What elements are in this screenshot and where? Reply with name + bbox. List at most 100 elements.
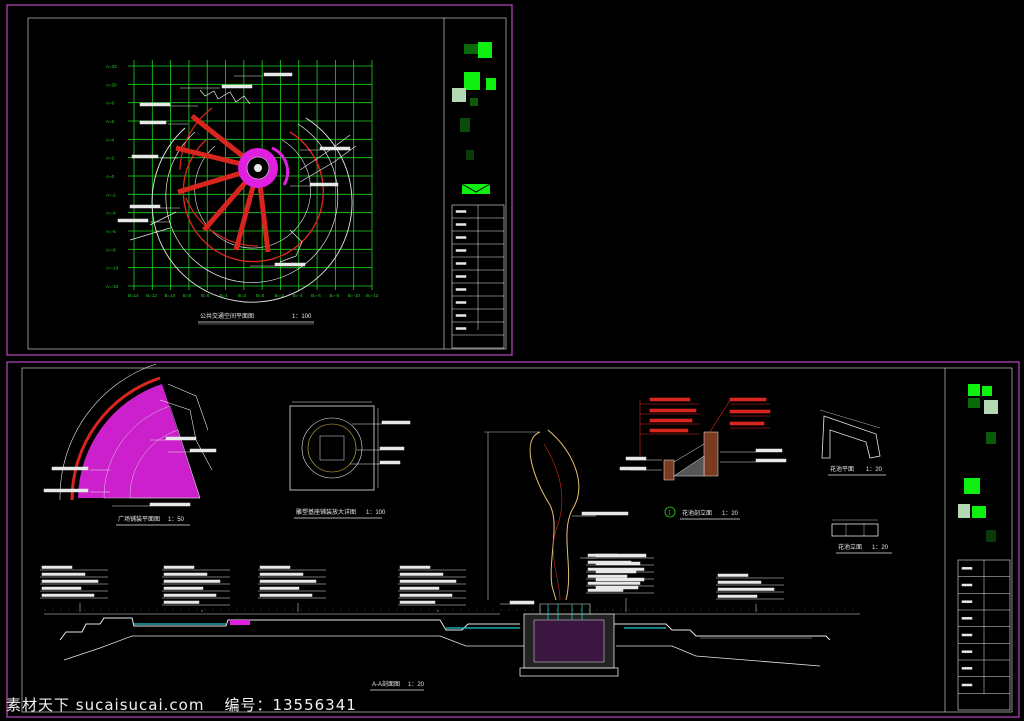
sector-scale: 1：50 xyxy=(168,517,185,523)
grid-row-label: A=4 xyxy=(106,137,115,142)
title-block-label xyxy=(455,223,467,226)
grid-col-label: B=12 xyxy=(146,293,157,298)
note-text-line xyxy=(587,560,632,564)
bottom-title-block xyxy=(944,368,1011,712)
note-text-line xyxy=(399,600,436,604)
note-text-line xyxy=(41,586,82,590)
callout-marker: 1 xyxy=(668,511,672,517)
detail-title: 雕塑基座铺装放大详图 xyxy=(296,508,356,516)
planter-elev-scale: 1：20 xyxy=(872,545,889,551)
planter-section: 1 花池剖立面 1：20 xyxy=(619,397,787,520)
planter-section-title: 花池剖立面 xyxy=(682,509,712,517)
plan-title: 公共交通空间平面图 xyxy=(200,312,254,320)
note-text-line xyxy=(163,593,217,597)
top-sheet: A=33 A=30 A=6 A=6 A=4 A=2 A=0 A=-2 A=-4 A=-6 A=-8 A… xyxy=(6,4,513,356)
title-block-label xyxy=(961,683,973,687)
grid-row-labels: A=33 A=30 A=6 A=6 A=4 A=2 A=0 A=-2 A=-4 A=-6 A=-8 A… xyxy=(106,64,119,289)
aa-section: A-A剖面图 1：20 xyxy=(44,603,860,691)
note-text-line xyxy=(259,593,313,597)
watermark-id: 编号：13556341 xyxy=(224,696,357,714)
grid-col-label: B=0 xyxy=(256,293,265,298)
section-scale: 1：20 xyxy=(408,682,425,688)
section-title: A-A剖面图 xyxy=(372,680,400,688)
planter-plan-scale: 1：20 xyxy=(866,467,883,473)
sector-paving-plan: 广场铺装平面图 1：50 xyxy=(43,363,217,526)
note-text-line xyxy=(587,567,645,571)
note-text-line xyxy=(259,565,291,569)
note-text-line xyxy=(717,587,775,591)
note-text-line xyxy=(717,580,762,584)
grid-col-label: B=10 xyxy=(165,293,176,298)
note-text-line xyxy=(717,594,758,598)
note-text-line xyxy=(41,593,95,597)
title-block-label xyxy=(961,600,973,603)
note-text-line xyxy=(259,579,317,583)
note-text-line xyxy=(163,586,204,590)
note-text-line xyxy=(163,579,221,583)
note-text-line xyxy=(41,579,99,583)
note-text-line xyxy=(587,581,641,585)
grid-row-label: A=-6 xyxy=(106,229,116,234)
detail-scale: 1：100 xyxy=(366,510,386,516)
watermark-site: 素材天下 sucaisucai.com xyxy=(6,696,205,714)
title-block-label xyxy=(961,650,973,653)
note-text-line xyxy=(399,572,444,576)
grid-col-label: B=6 xyxy=(201,293,210,298)
grid-col-label: B=-13 xyxy=(366,293,379,298)
plan-scale: 1：100 xyxy=(292,314,312,320)
plan-annotations xyxy=(117,72,351,267)
planter-plan-title: 花池平面 xyxy=(830,465,854,473)
grid-row-label: A=-33 xyxy=(106,284,119,289)
section-notes xyxy=(40,553,784,612)
plan-title-group: 公共交通空间平面图 1：100 xyxy=(198,312,314,325)
grid-row-label: A=-8 xyxy=(106,247,116,252)
title-block-label xyxy=(455,288,467,291)
grid-row-label: A=-4 xyxy=(106,211,116,216)
title-block-label xyxy=(455,314,467,317)
title-block-label xyxy=(455,262,467,265)
title-block-label xyxy=(961,633,973,637)
title-block-label xyxy=(455,210,467,213)
planter-elev-title: 花池立面 xyxy=(838,543,862,551)
bottom-sheet: 广场铺装平面图 1：50 雕塑基座铺装放大详图 1：100 1 花池剖立面 1：… xyxy=(6,361,1020,718)
note-text-line xyxy=(41,565,73,569)
grid-col-label: B=-8 xyxy=(329,293,339,298)
grid-row-label: A=6 xyxy=(106,101,115,106)
planter-elevation: 花池立面 1：20 xyxy=(831,519,892,554)
grid-col-label: B=-10 xyxy=(348,293,361,298)
top-title-block xyxy=(443,18,505,349)
grid-row-label: A=30 xyxy=(106,82,117,87)
note-text-line xyxy=(399,579,457,583)
grid-col-label: B=14 xyxy=(128,293,139,298)
grid-row-label: A=0 xyxy=(106,174,115,179)
grid-row-label: A=6 xyxy=(106,119,115,124)
grid-col-label: B=8 xyxy=(183,293,192,298)
grid-row-label: A=-10 xyxy=(106,266,119,271)
note-text-line xyxy=(259,572,304,576)
title-block-label xyxy=(455,275,467,278)
watermark: 素材天下 sucaisucai.com 编号：13556341 xyxy=(6,694,357,715)
note-text-line xyxy=(717,573,749,577)
note-text-line xyxy=(163,565,195,569)
grid-col-label: B=-6 xyxy=(311,293,321,298)
title-block-label xyxy=(961,617,973,620)
grid-col-label: B=2 xyxy=(238,293,247,298)
planter-section-scale: 1：20 xyxy=(722,511,739,517)
title-block-label xyxy=(455,301,467,304)
title-block-label xyxy=(961,667,973,670)
planter-plan: 花池平面 1：20 xyxy=(819,409,886,476)
grid-row-label: A=2 xyxy=(106,156,115,161)
grid-col-labels: B=14 B=12 B=10 B=8 B=6 B=4 B=2 B=0 B=-2 B=-4 B=-6 B… xyxy=(128,293,379,298)
sector-title: 广场铺装平面图 xyxy=(118,515,160,523)
title-block-label xyxy=(455,236,467,239)
note-text-line xyxy=(163,600,200,604)
note-text-line xyxy=(399,565,431,569)
grid-row-label: A=-2 xyxy=(106,192,116,197)
title-block-label xyxy=(455,327,467,330)
grid-row-label: A=33 xyxy=(106,64,117,69)
sculpture-base-detail: 雕塑基座铺装放大详图 1：100 xyxy=(289,401,411,519)
title-block-label xyxy=(961,583,973,587)
note-text-line xyxy=(399,586,440,590)
cad-drawing: A=33 A=30 A=6 A=6 A=4 A=2 A=0 A=-2 A=-4 A=-6 A=-8 A… xyxy=(6,4,1020,718)
note-text-line xyxy=(587,553,619,557)
